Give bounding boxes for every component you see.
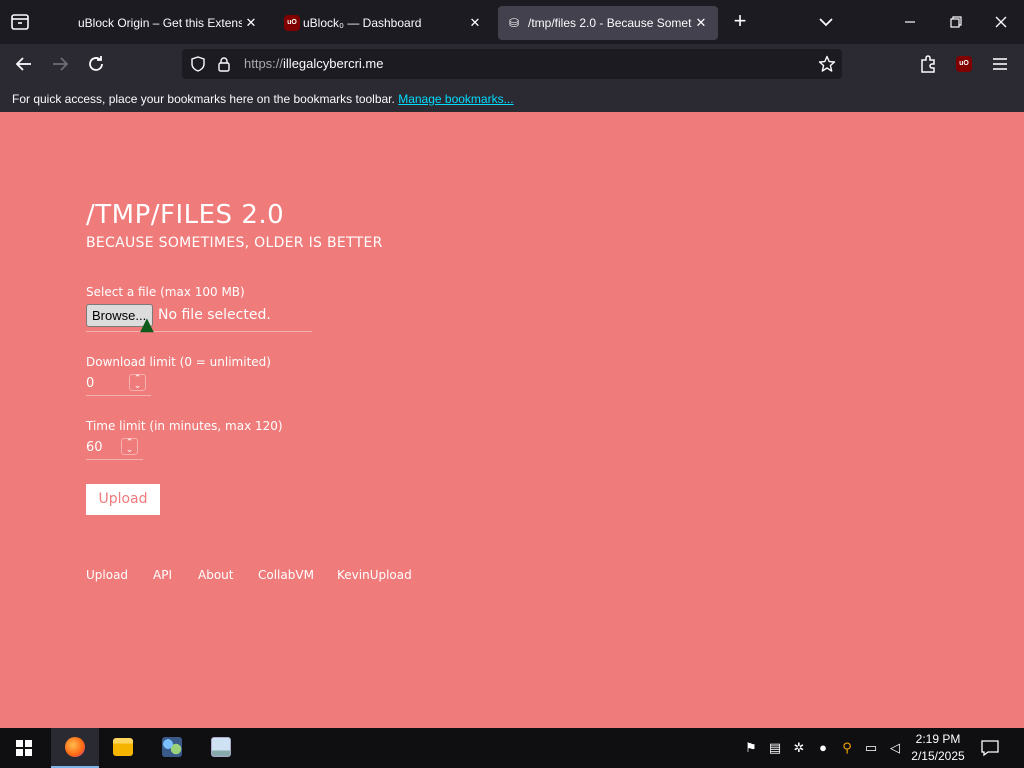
tab-list-icon[interactable] [8, 10, 32, 34]
spinner-arrows-icon[interactable]: ⌃ ⌄ [129, 374, 146, 391]
storage-icon[interactable]: ▤ [767, 740, 783, 756]
download-limit-value: 0 [86, 376, 95, 391]
footer-link-api[interactable]: API [153, 568, 172, 582]
action-center-flag-icon[interactable]: ⚑ [743, 740, 759, 756]
bookmark-star-icon[interactable] [818, 55, 836, 73]
clock-time: 2:19 PM [915, 732, 961, 746]
tab-tmp-files[interactable]: ⛁ /tmp/files 2.0 - Because Someti ✕ [498, 6, 718, 40]
people-icon[interactable]: ✲ [791, 740, 807, 756]
volume-muted-icon[interactable]: ◁ [887, 740, 903, 756]
droplet-icon[interactable]: ● [815, 740, 831, 756]
url-scheme: https:// [244, 56, 284, 71]
footer-link-upload[interactable]: Upload [86, 568, 128, 582]
bookmarks-toolbar: For quick access, place your bookmarks h… [0, 84, 1024, 112]
page-content: /TMP/FILES 2.0 BECAUSE SOMETIMES, OLDER … [0, 112, 1024, 728]
tab-title: /tmp/files 2.0 - Because Someti [528, 16, 692, 30]
url-text[interactable]: https://illegalcybercri.me [244, 56, 383, 71]
network-people-icon [162, 737, 182, 757]
page-subtitle: BECAUSE SOMETIMES, OLDER IS BETTER [86, 235, 383, 251]
download-limit-input[interactable]: 0 ⌃ ⌄ [86, 372, 151, 396]
time-limit-input[interactable]: 60 ⌃ ⌄ [86, 436, 143, 460]
footer-link-kevinupload[interactable]: KevinUpload [337, 568, 412, 582]
footer-link-collabvm[interactable]: CollabVM [258, 568, 314, 582]
bookmarks-message: For quick access, place your bookmarks h… [12, 92, 395, 106]
close-icon[interactable]: ✕ [243, 15, 259, 31]
network-icon[interactable]: ▭ [863, 740, 879, 756]
lock-icon[interactable] [216, 56, 232, 72]
extensions-puzzle-icon[interactable] [916, 52, 940, 76]
restore-icon[interactable] [944, 10, 968, 34]
search-icon[interactable]: ⚲ [839, 740, 855, 756]
windows-taskbar: ⚑ ▤ ✲ ● ⚲ ▭ ◁ 2:19 PM 2/15/2025 [0, 728, 1024, 768]
taskbar-file-explorer[interactable] [99, 728, 147, 768]
upload-button[interactable]: Upload [86, 484, 160, 515]
url-host: illegalcybercri.me [283, 56, 384, 71]
spinner-arrows-icon[interactable]: ⌃ ⌄ [121, 438, 138, 455]
time-limit-label: Time limit (in minutes, max 120) [86, 419, 283, 433]
taskbar-computer[interactable] [197, 728, 245, 768]
mouse-cursor-icon: ▲ [140, 314, 154, 335]
clock-date: 2/15/2025 [911, 749, 965, 763]
forward-arrow-icon[interactable] [48, 52, 72, 76]
tab-ublock-addon[interactable]: uBlock Origin – Get this Extensi ✕ [52, 6, 266, 40]
time-limit-value: 60 [86, 440, 103, 455]
minimize-icon[interactable] [898, 10, 922, 34]
page-title: /TMP/FILES 2.0 [86, 200, 285, 230]
tab-ublock-dashboard[interactable]: uO uBlock₀ — Dashboard ✕ [276, 6, 490, 40]
tab-title: uBlock₀ — Dashboard [303, 16, 422, 30]
tmp-files-icon: ⛁ [508, 16, 520, 30]
firefox-icon [65, 737, 85, 757]
reload-icon[interactable] [84, 52, 108, 76]
navigation-toolbar: https://illegalcybercri.me [0, 44, 1024, 84]
tab-title: uBlock Origin – Get this Extensi [78, 16, 242, 30]
close-icon[interactable]: ✕ [467, 15, 483, 31]
windows-start-icon[interactable] [0, 728, 48, 768]
file-label: Select a file (max 100 MB) [86, 285, 245, 299]
back-arrow-icon[interactable] [12, 52, 36, 76]
footer-link-about[interactable]: About [198, 568, 233, 582]
clock[interactable]: 2:19 PM 2/15/2025 [906, 731, 970, 765]
notification-icon[interactable] [980, 738, 1000, 758]
shield-icon[interactable] [190, 56, 206, 72]
menu-hamburger-icon[interactable] [988, 52, 1012, 76]
ublock-extension-icon[interactable]: uO [956, 56, 972, 72]
new-tab-plus-icon[interactable]: + [728, 10, 752, 34]
file-input[interactable]: Browse... No file selected. ▲ [86, 304, 312, 335]
manage-bookmarks-link[interactable]: Manage bookmarks... [398, 92, 513, 106]
computer-icon [211, 737, 231, 757]
taskbar-network[interactable] [148, 728, 196, 768]
tab-strip: uBlock Origin – Get this Extensi ✕ uO uB… [0, 0, 1024, 44]
address-bar[interactable]: https://illegalcybercri.me [182, 49, 842, 79]
close-window-icon[interactable] [989, 10, 1013, 34]
download-limit-label: Download limit (0 = unlimited) [86, 355, 271, 369]
file-explorer-icon [113, 738, 133, 756]
no-file-text: No file selected. [158, 307, 271, 323]
close-icon[interactable]: ✕ [693, 15, 709, 31]
taskbar-firefox[interactable] [51, 728, 99, 768]
ublock-icon: uO [284, 15, 300, 31]
chevron-down-icon[interactable] [814, 10, 838, 34]
